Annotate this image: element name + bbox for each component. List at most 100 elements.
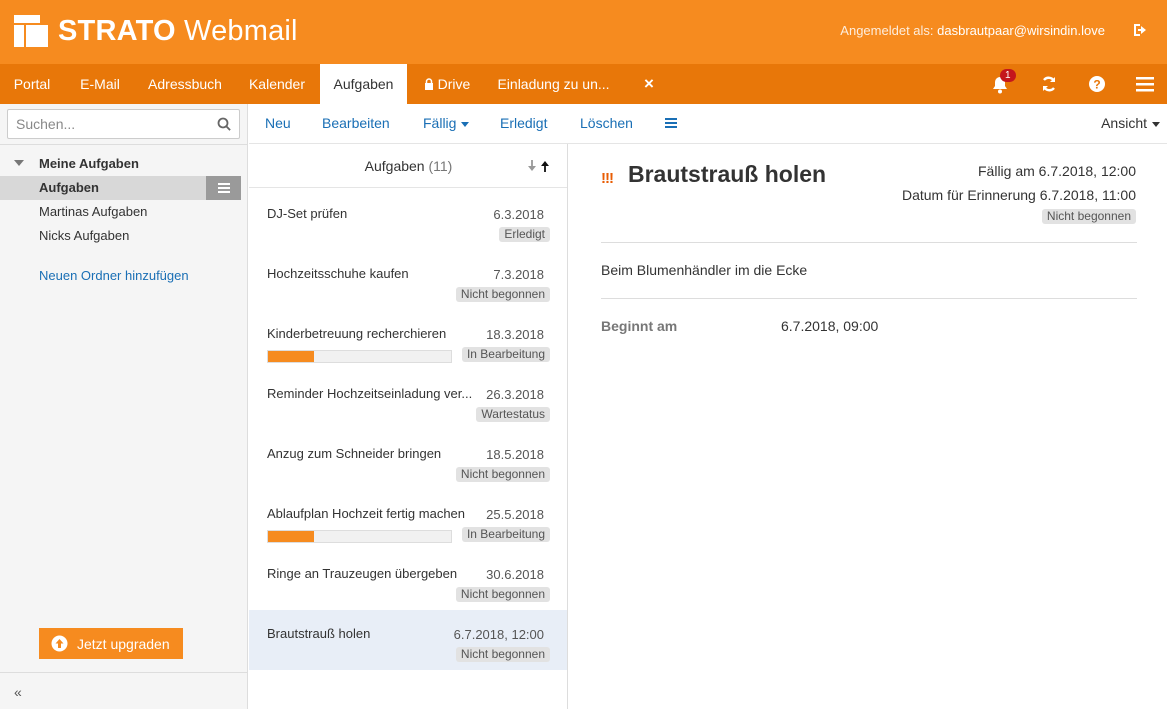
status-badge: Nicht begonnen	[455, 467, 550, 482]
view-dropdown-button[interactable]: Ansicht	[1101, 115, 1160, 131]
tab-einladung[interactable]: Einladung zu un...	[487, 64, 620, 104]
tab-drive[interactable]: Drive	[407, 64, 487, 104]
notification-bell-icon[interactable]: 1	[990, 69, 1016, 95]
upgrade-label: Jetzt upgraden	[77, 635, 170, 652]
task-date: 7.3.2018	[493, 267, 544, 282]
view-label: Ansicht	[1101, 115, 1147, 131]
status-badge: In Bearbeitung	[461, 527, 550, 542]
task-title: Ablaufplan Hochzeit fertig machen	[267, 506, 466, 521]
search-box	[7, 109, 240, 139]
task-detail: !!! Brautstrauß holen Fällig am 6.7.2018…	[569, 144, 1167, 709]
login-label: Angemeldet als:	[840, 23, 934, 38]
search-input[interactable]	[8, 110, 208, 138]
add-folder-link[interactable]: Neuen Ordner hinzufügen	[39, 268, 189, 283]
status-badge: Erledigt	[499, 227, 550, 242]
task-title: Anzug zum Schneider bringen	[267, 446, 442, 461]
task-date: 26.3.2018	[486, 387, 544, 402]
priority-high-icon: !!!	[601, 170, 614, 187]
tab-portal[interactable]: Portal	[0, 64, 64, 104]
folder-label: Nicks Aufgaben	[39, 228, 130, 243]
task-date: 25.5.2018	[486, 507, 544, 522]
task-row[interactable]: Ringe an Trauzeugen übergeben 30.6.2018 Ni…	[249, 550, 567, 610]
sort-order-icon[interactable]	[526, 159, 552, 173]
notification-badge: 1	[1000, 69, 1016, 82]
task-row[interactable]: Anzug zum Schneider bringen 18.5.2018 Nich…	[249, 430, 567, 490]
main-nav: Portal E-Mail Adressbuch Kalender Aufgab…	[0, 64, 1167, 104]
folder-root-label: Meine Aufgaben	[39, 156, 139, 171]
caret-down-icon[interactable]	[14, 160, 24, 166]
task-title: Kinderbetreuung recherchieren	[267, 326, 447, 341]
status-badge: Wartestatus	[476, 407, 550, 422]
detail-divider	[601, 242, 1137, 243]
task-row[interactable]: Hochzeitsschuhe kaufen 7.3.2018 Nicht bego…	[249, 250, 567, 310]
lock-icon	[424, 76, 438, 92]
brand-bar: STRATO Webmail Angemeldet als: dasbrautp…	[0, 0, 1167, 64]
task-list-header: Aufgaben (11)	[249, 144, 567, 188]
tab-drive-label: Drive	[437, 76, 471, 92]
status-badge: Nicht begonnen	[455, 647, 550, 662]
tab-email[interactable]: E-Mail	[64, 64, 136, 104]
help-icon[interactable]: ?	[1087, 73, 1109, 95]
task-title: DJ-Set prüfen	[267, 206, 348, 221]
chevron-down-icon	[461, 121, 470, 127]
task-row[interactable]: Reminder Hochzeitseinladung ver... 26.3.2…	[249, 370, 567, 430]
detail-title: Brautstrauß holen	[628, 161, 827, 187]
task-progress-fill	[268, 351, 314, 362]
task-row[interactable]: DJ-Set prüfen 6.3.2018 Erledigt	[249, 190, 567, 250]
tab-aufgaben[interactable]: Aufgaben	[320, 64, 407, 104]
folder-martinas-aufgaben[interactable]: Martinas Aufgaben	[0, 200, 241, 224]
task-items: Hochzeitsreise buchen26.1.2018Nicht bego…	[249, 144, 567, 670]
delete-task-button[interactable]: Löschen	[580, 115, 633, 131]
task-date: 30.6.2018	[486, 567, 544, 582]
upgrade-button[interactable]: Jetzt upgraden	[39, 628, 183, 659]
edit-task-button[interactable]: Bearbeiten	[322, 115, 390, 131]
detail-due-date: Fällig am 6.7.2018, 12:00	[978, 163, 1136, 179]
task-title: Hochzeitsschuhe kaufen	[267, 266, 409, 281]
tab-adressbuch[interactable]: Adressbuch	[136, 64, 234, 104]
refresh-icon[interactable]	[1039, 73, 1061, 95]
detail-reminder-date: Datum für Erinnerung 6.7.2018, 11:00	[901, 187, 1136, 203]
task-date: 18.5.2018	[486, 447, 544, 462]
due-label: Fällig	[423, 115, 457, 131]
strato-logo[interactable]: STRATO Webmail	[14, 14, 298, 48]
status-badge: Nicht begonnen	[1041, 209, 1136, 224]
task-row[interactable]: Kinderbetreuung recherchieren 18.3.2018 In…	[249, 310, 567, 370]
task-title: Brautstrauß holen	[267, 626, 371, 641]
search-icon[interactable]	[217, 117, 231, 131]
task-row[interactable]: Ablaufplan Hochzeit fertig machen 25.5.20…	[249, 490, 567, 550]
tab-kalender[interactable]: Kalender	[234, 64, 320, 104]
arrow-up-circle-icon	[51, 635, 68, 652]
task-toolbar: Neu Bearbeiten Fällig Erledigt Löschen A…	[249, 104, 1167, 144]
start-date-label: Beginnt am	[601, 318, 678, 334]
due-dropdown-button[interactable]: Fällig	[423, 115, 470, 131]
new-task-button[interactable]: Neu	[265, 115, 291, 131]
logout-icon[interactable]	[1131, 20, 1153, 42]
main-menu-icon[interactable]	[1136, 73, 1158, 95]
sidebar-bottom-divider	[0, 672, 248, 673]
task-list-title: Aufgaben (11)	[364, 158, 453, 174]
close-tab-icon[interactable]: ×	[636, 64, 662, 104]
task-title: Reminder Hochzeitseinladung ver...	[267, 386, 473, 401]
logo-text: STRATO Webmail	[58, 14, 298, 47]
sidebar-divider	[0, 144, 248, 145]
detail-divider	[601, 298, 1137, 299]
task-title: Ringe an Trauzeugen übergeben	[267, 566, 458, 581]
mark-done-button[interactable]: Erledigt	[500, 115, 547, 131]
task-date: 6.7.2018, 12:00	[453, 627, 544, 642]
login-email: dasbrautpaar@wirsindin.love	[937, 23, 1105, 38]
folder-menu-icon[interactable]	[206, 176, 241, 200]
folder-meine-aufgaben[interactable]: Meine Aufgaben	[0, 152, 248, 176]
status-badge: Nicht begonnen	[455, 587, 550, 602]
collapse-sidebar-button[interactable]: «	[14, 684, 22, 700]
task-progress-bar	[267, 350, 452, 363]
folder-label: Martinas Aufgaben	[39, 204, 148, 219]
folder-aufgaben[interactable]: Aufgaben	[0, 176, 241, 200]
more-actions-icon[interactable]	[665, 117, 677, 129]
detail-note: Beim Blumenhändler im die Ecke	[601, 262, 808, 278]
task-row[interactable]: Brautstrauß holen 6.7.2018, 12:00 Nicht be…	[249, 610, 567, 670]
task-progress-fill	[268, 531, 314, 542]
task-date: 6.3.2018	[493, 207, 544, 222]
folder-nicks-aufgaben[interactable]: Nicks Aufgaben	[0, 224, 241, 248]
chevron-down-icon	[1152, 121, 1160, 127]
folder-label: Aufgaben	[39, 180, 99, 195]
